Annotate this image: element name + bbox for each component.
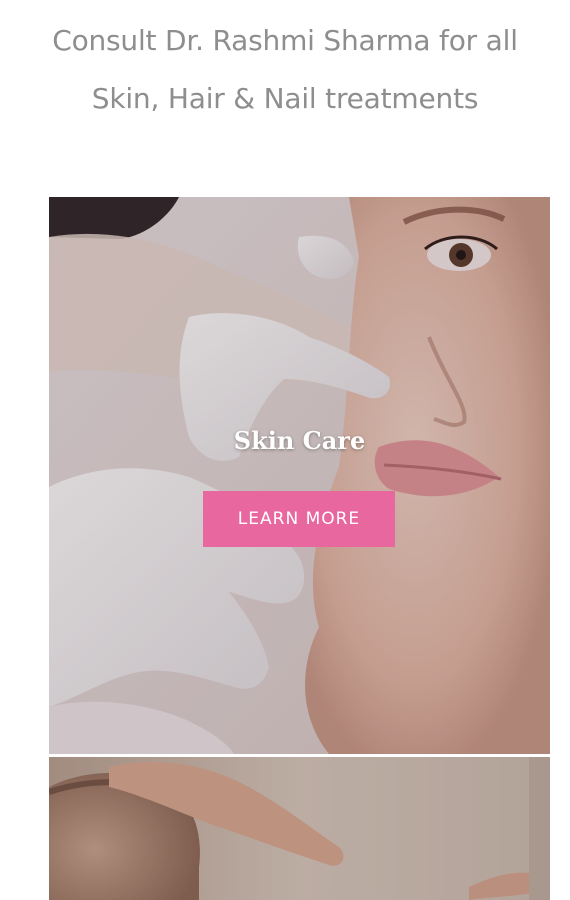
learn-more-button[interactable]: LEARN MORE: [203, 491, 395, 547]
skin-care-card[interactable]: Skin Care LEARN MORE: [49, 197, 550, 754]
intro-line-1: Consult Dr. Rashmi Sharma for all: [52, 24, 518, 57]
intro-line-2: Skin, Hair & Nail treatments: [91, 82, 479, 115]
page: Consult Dr. Rashmi Sharma for all Skin, …: [0, 0, 570, 900]
card-title-skin-care: Skin Care: [233, 426, 366, 455]
image-overlay: [49, 197, 550, 754]
hair-care-card[interactable]: [49, 757, 550, 900]
intro-heading: Consult Dr. Rashmi Sharma for all Skin, …: [0, 12, 570, 128]
image-overlay: [49, 757, 550, 900]
